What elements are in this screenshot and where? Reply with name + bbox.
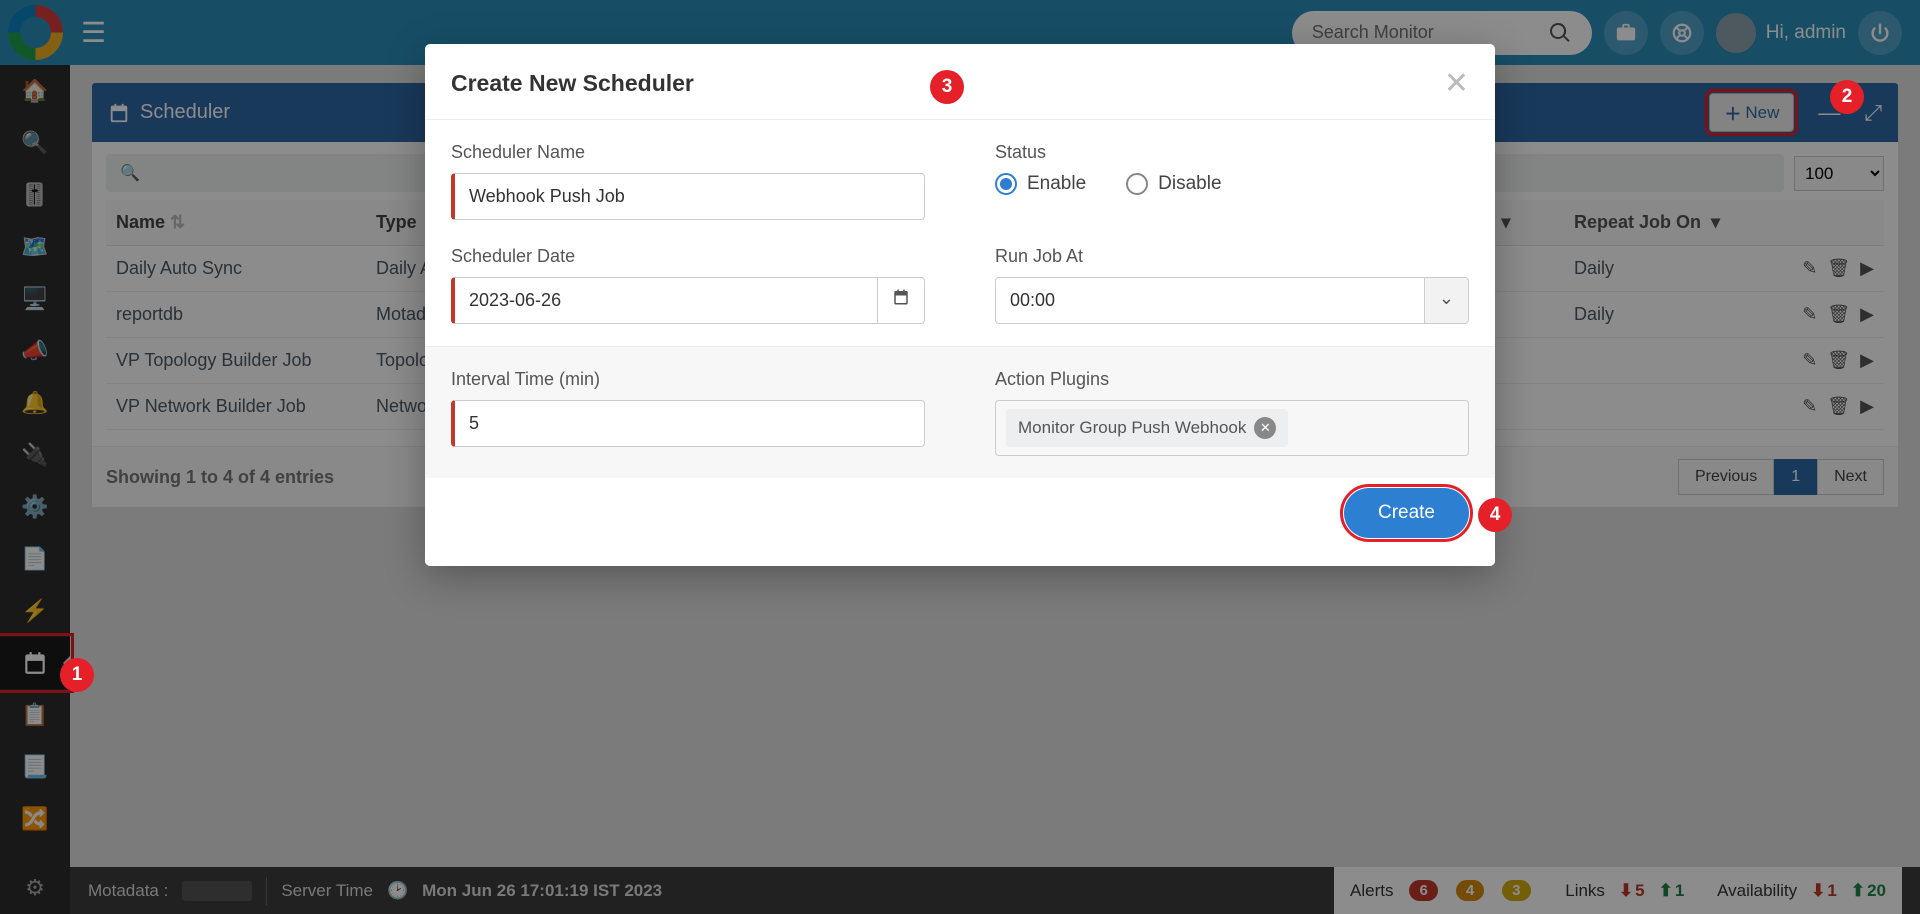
calendar-picker-icon[interactable] [878, 277, 925, 324]
action-plugins-label: Action Plugins [995, 369, 1469, 390]
close-icon[interactable]: ✕ [1444, 66, 1469, 101]
run-job-label: Run Job At [995, 246, 1469, 267]
create-button[interactable]: Create [1344, 488, 1469, 538]
modal-title: Create New Scheduler [451, 70, 694, 97]
scheduler-date-label: Scheduler Date [451, 246, 925, 267]
action-plugins-input[interactable]: Monitor Group Push Webhook ✕ [995, 400, 1469, 456]
scheduler-date-input[interactable] [451, 277, 878, 324]
interval-time-input[interactable] [451, 400, 925, 447]
remove-tag-icon[interactable]: ✕ [1254, 417, 1276, 439]
plugin-tag: Monitor Group Push Webhook ✕ [1006, 409, 1288, 447]
create-scheduler-modal: Create New Scheduler ✕ Scheduler Name St… [425, 44, 1495, 566]
marker-3: 3 [930, 70, 964, 104]
scheduler-name-input[interactable] [451, 173, 925, 220]
status-enable[interactable]: Enable [995, 173, 1086, 195]
marker-2: 2 [1830, 80, 1864, 114]
run-job-input[interactable] [995, 277, 1425, 324]
scheduler-name-label: Scheduler Name [451, 142, 925, 163]
marker-4: 4 [1478, 498, 1512, 532]
marker-1: 1 [60, 658, 94, 692]
status-label: Status [995, 142, 1469, 163]
chevron-down-icon[interactable]: ⌄ [1425, 277, 1469, 324]
interval-time-label: Interval Time (min) [451, 369, 925, 390]
status-disable[interactable]: Disable [1126, 173, 1221, 195]
